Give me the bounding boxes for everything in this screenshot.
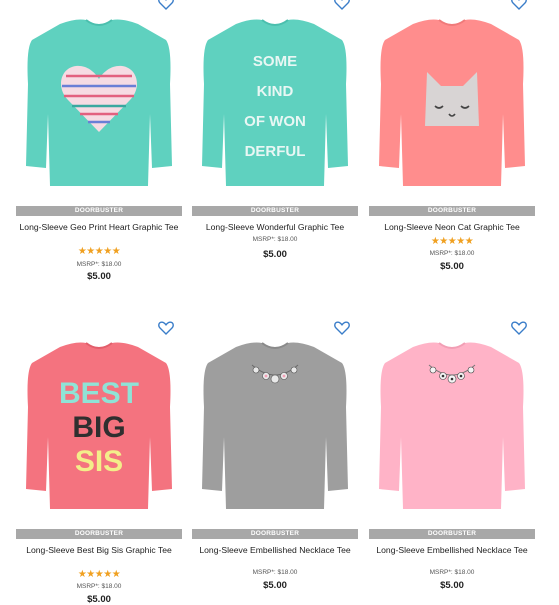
sale-price: $5.00 [440,580,464,591]
sale-price: $5.00 [87,594,111,605]
shirt-text-line: SIS [75,445,123,478]
product-name[interactable]: Long-Sleeve Best Big Sis Graphic Tee [16,545,182,555]
rating-stars: ★★★★★ [430,236,474,247]
wishlist-heart-icon[interactable] [511,321,527,335]
shirt-text-line: KIND [257,83,294,100]
msrp-price: MSRP*: $18.00 [252,569,298,576]
doorbuster-badge: DOORBUSTER [16,529,182,539]
doorbuster-badge: DOORBUSTER [192,206,358,216]
sale-price: $5.00 [440,261,464,272]
product-name[interactable]: Long-Sleeve Geo Print Heart Graphic Tee [16,222,182,232]
product-image[interactable]: SOME KIND OF WON DERFUL [192,14,358,190]
product-image[interactable] [369,14,535,190]
sale-price: $5.00 [263,580,287,591]
product-image[interactable] [192,337,358,513]
shirt-text-line: OF WON [244,113,306,130]
shirt-text-line: SOME [253,53,297,70]
msrp-price: MSRP*: $18.00 [252,236,298,243]
product-name[interactable]: Long-Sleeve Wonderful Graphic Tee [192,222,358,232]
shirt-text-line: BIG [72,411,125,444]
shirt-text-line: DERFUL [245,143,306,160]
doorbuster-badge: DOORBUSTER [192,529,358,539]
product-name[interactable]: Long-Sleeve Embellished Necklace Tee [192,545,358,555]
wishlist-heart-icon[interactable] [511,0,527,10]
doorbuster-badge: DOORBUSTER [369,529,535,539]
msrp-price: MSRP*: $18.00 [76,583,122,590]
product-name[interactable]: Long-Sleeve Neon Cat Graphic Tee [369,222,535,232]
wishlist-heart-icon[interactable] [334,321,350,335]
wishlist-heart-icon[interactable] [334,0,350,10]
doorbuster-badge: DOORBUSTER [369,206,535,216]
product-image[interactable]: BEST BIG SIS [16,337,182,513]
product-image[interactable] [16,14,182,190]
rating-stars: ★★★★★ [77,246,121,257]
shirt-text-line: BEST [59,377,139,410]
rating-stars: ★★★★★ [77,569,121,580]
wishlist-heart-icon[interactable] [158,0,174,10]
wishlist-heart-icon[interactable] [158,321,174,335]
product-name[interactable]: Long-Sleeve Embellished Necklace Tee [369,545,535,555]
product-image[interactable] [369,337,535,513]
msrp-price: MSRP*: $18.00 [76,261,122,268]
msrp-price: MSRP*: $18.00 [429,569,475,576]
sale-price: $5.00 [263,249,287,260]
msrp-price: MSRP*: $18.00 [429,250,475,257]
sale-price: $5.00 [87,271,111,282]
doorbuster-badge: DOORBUSTER [16,206,182,216]
